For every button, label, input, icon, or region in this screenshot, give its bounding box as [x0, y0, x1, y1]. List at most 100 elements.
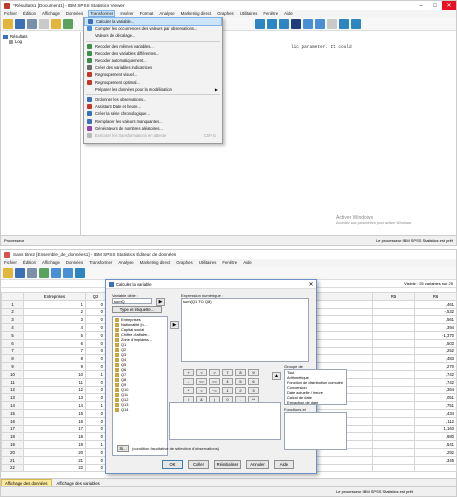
table-cell[interactable]: [372, 362, 415, 371]
table-cell[interactable]: [372, 338, 415, 348]
menu-3[interactable]: Données: [66, 11, 83, 16]
table-cell[interactable]: 12: [23, 385, 86, 395]
row-number[interactable]: 9: [1, 362, 24, 371]
table-cell[interactable]: [372, 416, 415, 426]
keypad-key[interactable]: >=: [209, 378, 220, 385]
table-cell[interactable]: 2: [23, 307, 86, 317]
reset-button[interactable]: Réinitialiser: [214, 460, 241, 469]
table-cell[interactable]: [372, 354, 415, 364]
table-cell[interactable]: 0: [85, 447, 106, 457]
expand-icon[interactable]: [291, 18, 301, 29]
table-cell[interactable]: 13: [23, 393, 86, 403]
row-number[interactable]: 13: [1, 393, 24, 403]
table-cell[interactable]: ,561: [414, 315, 457, 325]
keypad-key[interactable]: <=: [196, 378, 207, 385]
row-number[interactable]: 2: [1, 307, 24, 317]
table-cell[interactable]: 14: [23, 401, 86, 410]
go-to-data-icon[interactable]: [255, 18, 265, 29]
table-cell[interactable]: 20: [23, 447, 86, 457]
keypad-key[interactable]: *: [183, 387, 194, 394]
function-group-list[interactable]: Tout Arithmétique Fonction de distribution…: [284, 369, 347, 405]
paste-button[interactable]: Coller: [188, 460, 209, 469]
row-number[interactable]: 18: [1, 432, 24, 442]
dropdown-item[interactable]: Recoder automatiquement...: [84, 57, 222, 64]
menu-8[interactable]: Marketing direct: [181, 11, 212, 16]
table-cell[interactable]: ,503: [414, 338, 457, 348]
dropdown-item[interactable]: Calculer la variable...: [84, 16, 222, 27]
dropdown-item[interactable]: Créer la série chronologique...: [84, 110, 222, 117]
print-icon[interactable]: [27, 18, 37, 29]
table-cell[interactable]: 0: [85, 385, 106, 395]
print-icon[interactable]: [27, 267, 37, 278]
if-condition-button[interactable]: Si...: [117, 445, 129, 452]
keypad-key[interactable]: 3: [248, 387, 259, 394]
table-cell[interactable]: 17: [23, 424, 86, 434]
menu-7[interactable]: Graphes: [176, 260, 192, 265]
menu-10[interactable]: Aide: [243, 260, 252, 265]
row-number[interactable]: 12: [1, 385, 24, 395]
table-cell[interactable]: [372, 447, 415, 457]
table-cell[interactable]: [372, 369, 415, 379]
menu-5[interactable]: Analyse: [118, 260, 133, 265]
keypad-key[interactable]: ~=: [209, 387, 220, 394]
table-cell[interactable]: [372, 346, 415, 356]
keypad-key[interactable]: 6: [248, 378, 259, 385]
maximize-icon[interactable]: □: [428, 1, 442, 10]
table-cell[interactable]: -1,370: [414, 330, 457, 340]
table-cell[interactable]: 7: [23, 346, 86, 356]
keypad-key[interactable]: <: [196, 369, 207, 376]
dropdown-item[interactable]: Assistant Date et heure...: [84, 103, 222, 110]
menu-7[interactable]: Analyse: [159, 11, 174, 16]
promote-icon[interactable]: [339, 18, 349, 29]
minimize-icon[interactable]: –: [414, 1, 428, 10]
table-cell[interactable]: 0: [85, 338, 106, 348]
menu-11[interactable]: Fenêtre: [263, 11, 278, 16]
open-folder-icon[interactable]: [3, 267, 13, 278]
table-cell[interactable]: ,461: [414, 299, 457, 309]
table-cell[interactable]: [372, 424, 415, 434]
table-cell[interactable]: 0: [85, 408, 106, 418]
menu-1[interactable]: Édition: [23, 11, 36, 16]
table-cell[interactable]: 0: [85, 362, 106, 371]
menu-5[interactable]: Insérer: [120, 11, 133, 16]
row-number[interactable]: 15: [1, 408, 24, 418]
go-to-case-icon[interactable]: [75, 267, 85, 278]
table-cell[interactable]: 1: [85, 440, 106, 449]
table-cell[interactable]: ,270: [414, 362, 457, 371]
dropdown-item[interactable]: Préparer les données pour la modélisatio…: [84, 86, 222, 93]
menu-0[interactable]: Fichier: [4, 11, 17, 16]
recall-dialog-icon[interactable]: [63, 18, 73, 29]
row-number[interactable]: 4: [1, 323, 24, 332]
variable-list-item[interactable]: Q14: [113, 407, 167, 412]
tree-item-log[interactable]: Log: [3, 39, 78, 44]
table-cell[interactable]: 0: [85, 463, 106, 473]
table-cell[interactable]: 8: [23, 354, 86, 364]
table-cell[interactable]: [372, 408, 415, 418]
hide-icon[interactable]: [327, 18, 337, 29]
row-number[interactable]: 19: [1, 440, 24, 449]
table-cell[interactable]: [372, 463, 415, 473]
table-cell[interactable]: [372, 330, 415, 340]
menu-3[interactable]: Données: [66, 260, 83, 265]
dropdown-item[interactable]: Compter les occurrences des valeurs par …: [84, 25, 222, 32]
go-to-case-icon[interactable]: [267, 18, 277, 29]
table-cell[interactable]: 5: [23, 330, 86, 340]
table-cell[interactable]: [372, 455, 415, 465]
move-target-arrow-icon[interactable]: ▶: [156, 298, 165, 306]
keypad-key[interactable]: >: [209, 369, 220, 376]
dropdown-item[interactable]: Recoder des variables différentes...: [84, 50, 222, 57]
table-cell[interactable]: 0: [85, 416, 106, 426]
variables-icon[interactable]: [279, 18, 289, 29]
table-cell[interactable]: 0: [85, 393, 106, 403]
table-cell[interactable]: 15: [23, 408, 86, 418]
redo-icon[interactable]: [63, 267, 73, 278]
table-cell[interactable]: 16: [23, 416, 86, 426]
row-number[interactable]: 22: [1, 463, 24, 473]
row-number[interactable]: 17: [1, 424, 24, 434]
row-number[interactable]: 11: [1, 377, 24, 387]
table-cell[interactable]: ,483: [414, 354, 457, 364]
keypad-key[interactable]: 9: [248, 369, 259, 376]
menu-2[interactable]: Affichage: [42, 11, 60, 16]
row-number[interactable]: 10: [1, 369, 24, 379]
menu-6[interactable]: Marketing direct: [140, 260, 171, 265]
